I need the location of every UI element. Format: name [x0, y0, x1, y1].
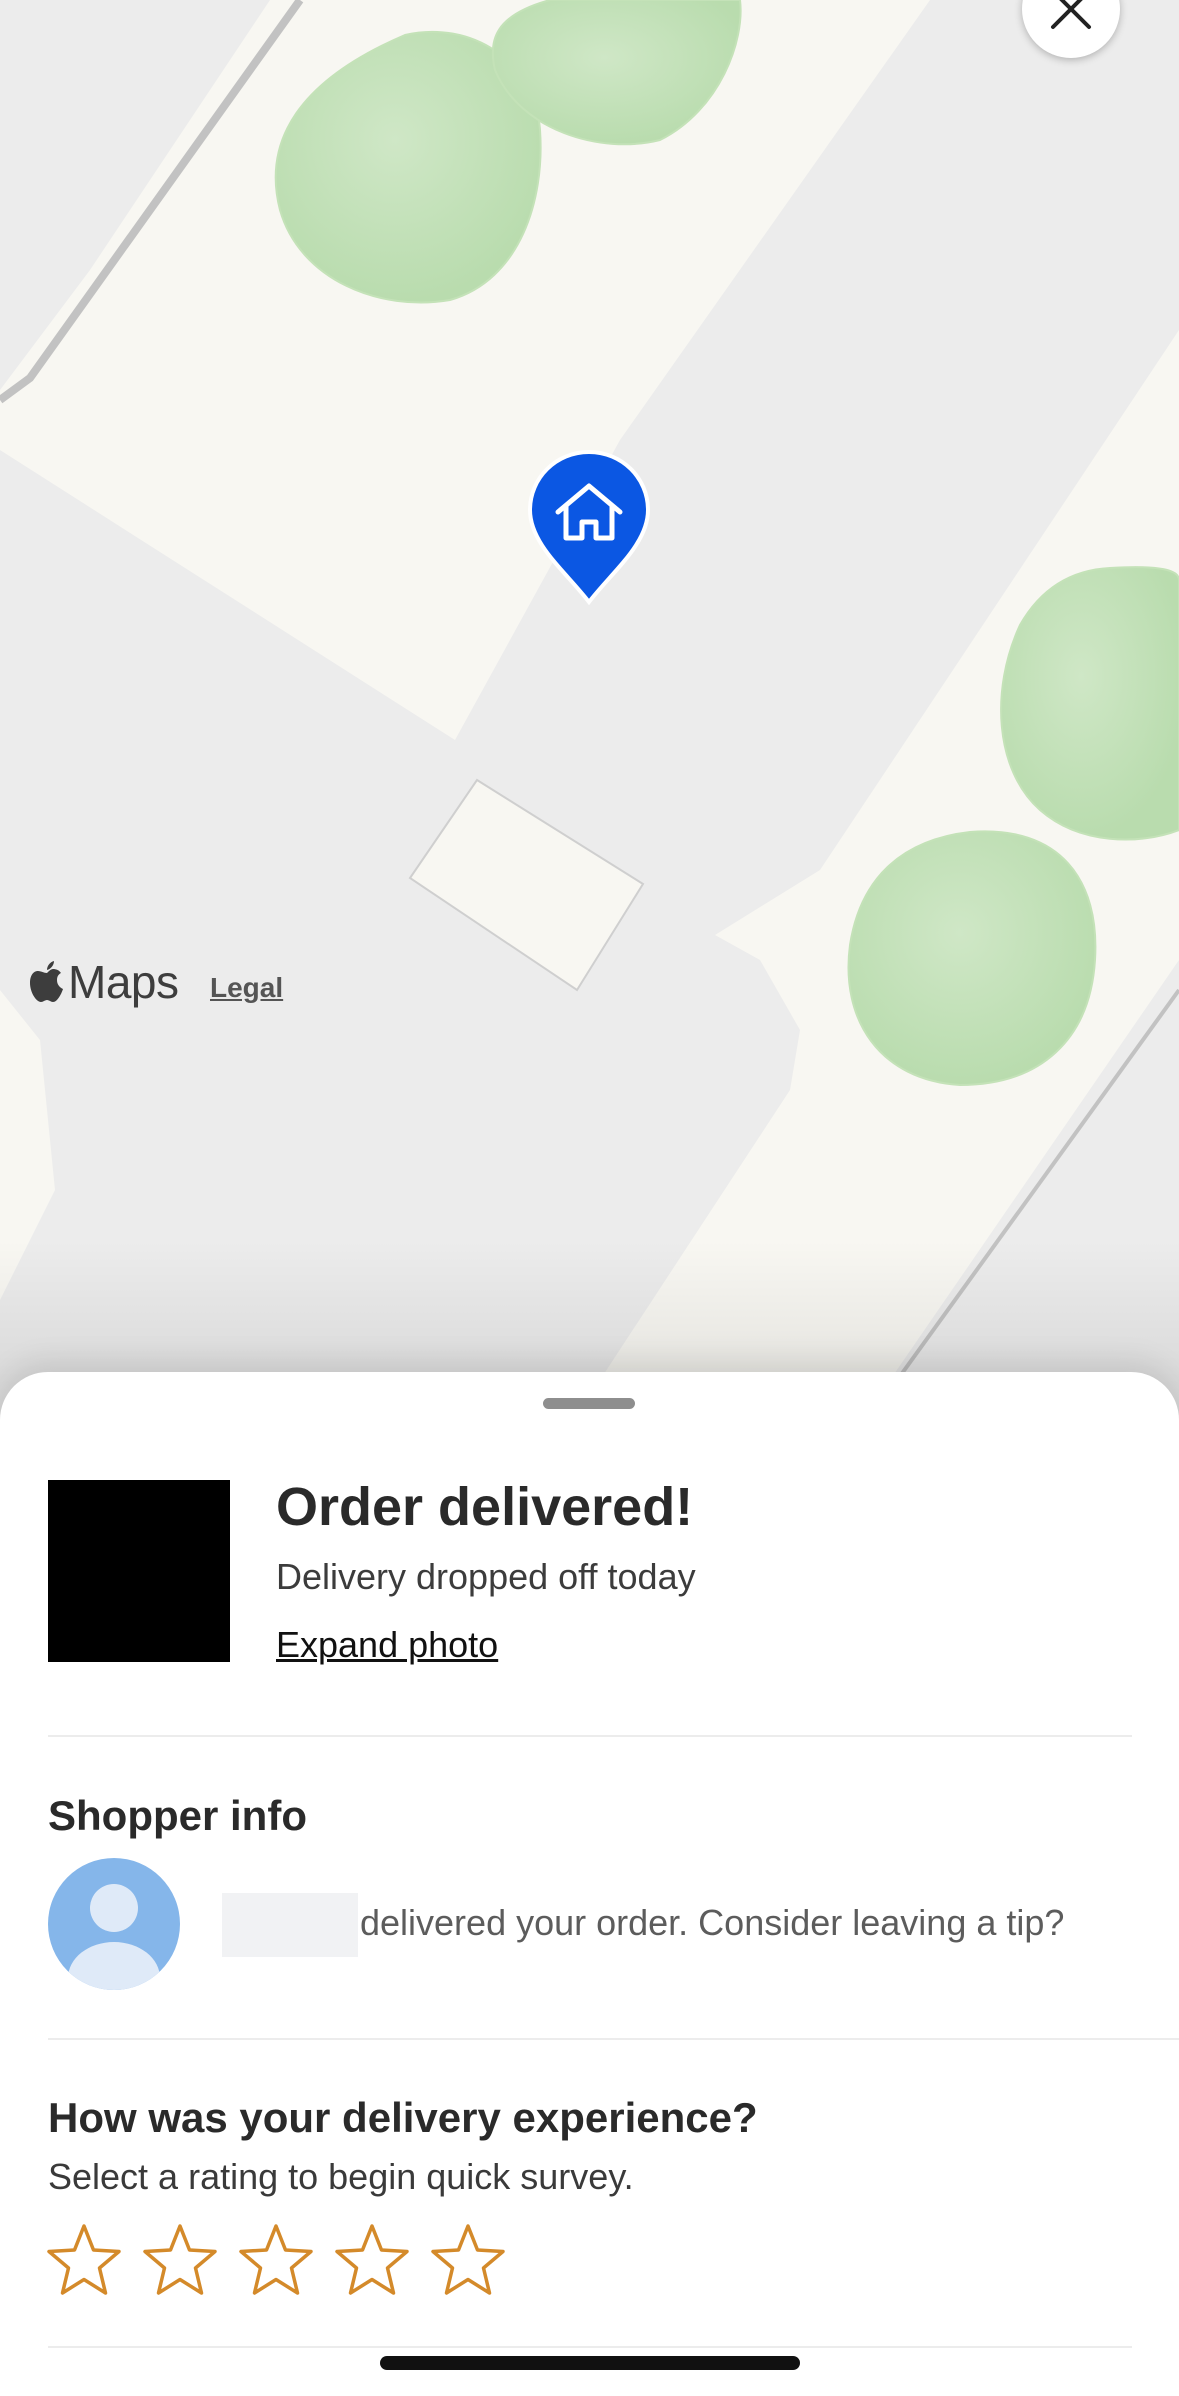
shopper-message[interactable]: delivered your order. Consider leaving a… — [360, 1902, 1064, 1944]
star-2-icon[interactable] — [142, 2222, 218, 2298]
star-3-icon[interactable] — [238, 2222, 314, 2298]
star-5-icon[interactable] — [430, 2222, 506, 2298]
maps-label: Maps — [68, 956, 179, 1008]
divider — [48, 2038, 1179, 2040]
maps-attribution: Maps — [30, 955, 179, 1009]
legal-link[interactable]: Legal — [210, 972, 283, 1004]
delivery-status-subtitle: Delivery dropped off today — [276, 1556, 696, 1597]
delivery-map[interactable]: Maps Legal — [0, 0, 1179, 1420]
star-1-icon[interactable] — [46, 2222, 122, 2298]
order-status-title: Order delivered! — [276, 1477, 694, 1537]
divider — [48, 2346, 1132, 2348]
shopper-info-heading: Shopper info — [48, 1792, 307, 1839]
sheet-grabber[interactable] — [543, 1398, 635, 1409]
survey-heading: How was your delivery experience? — [48, 2094, 758, 2141]
survey-subtitle: Select a rating to begin quick survey. — [48, 2156, 634, 2197]
shopper-name-redacted — [222, 1893, 358, 1957]
divider — [48, 1735, 1132, 1737]
star-4-icon[interactable] — [334, 2222, 410, 2298]
map-canvas — [0, 0, 1179, 1420]
home-indicator[interactable] — [380, 2356, 800, 2370]
person-avatar-icon — [48, 1858, 180, 1990]
delivery-photo-thumbnail[interactable] — [48, 1480, 230, 1662]
star-rating — [46, 2222, 526, 2298]
apple-logo-icon — [30, 961, 63, 1002]
expand-photo-link[interactable]: Expand photo — [276, 1624, 498, 1666]
order-status-sheet: Order delivered! Delivery dropped off to… — [0, 1372, 1179, 2396]
home-pin-icon[interactable] — [526, 448, 652, 606]
close-icon — [1051, 0, 1091, 29]
